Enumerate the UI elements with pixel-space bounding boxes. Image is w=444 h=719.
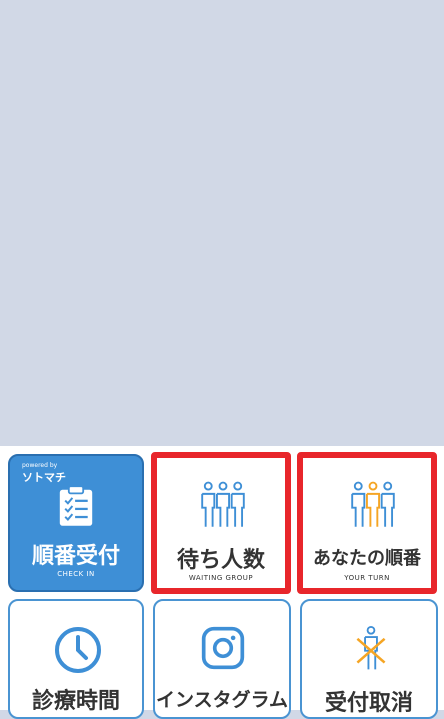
content-area: [0, 0, 444, 446]
waiting-group-label: 待ち人数: [176, 548, 265, 573]
checkin-sub: CHECK IN: [57, 570, 95, 578]
your-turn-tile[interactable]: あなたの順番 YOUR TURN: [297, 452, 437, 594]
clinic-hours-tile[interactable]: 診療時間: [8, 599, 144, 719]
people-highlight-icon: [351, 481, 395, 527]
brand-logo: ソトマチ: [22, 471, 66, 484]
person-cancel-icon: [356, 625, 386, 670]
cancel-tile[interactable]: 受付取消: [300, 599, 438, 719]
your-turn-label: あなたの順番: [313, 548, 421, 569]
brand-powered-by: powered by: [22, 462, 58, 469]
clipboard-checklist-icon: [59, 485, 93, 526]
checkin-label: 順番受付: [31, 544, 120, 569]
your-turn-sub: YOUR TURN: [344, 574, 390, 582]
instagram-label: インスタグラム: [155, 689, 289, 711]
checkin-tile[interactable]: powered by ソトマチ 順番受付 CHECK IN: [8, 454, 144, 592]
people-group-icon: [201, 481, 245, 527]
waiting-group-sub: WAITING GROUP: [188, 574, 254, 582]
waiting-group-tile[interactable]: 待ち人数 WAITING GROUP: [151, 452, 291, 594]
clinic-hours-label: 診療時間: [31, 689, 120, 714]
menu-panel: powered by ソトマチ 順番受付 CHECK IN 待ち人数 WAITI…: [0, 446, 444, 719]
instagram-icon: [201, 626, 245, 670]
instagram-tile[interactable]: インスタグラム: [153, 599, 291, 719]
clock-icon: [55, 627, 101, 673]
cancel-label: 受付取消: [324, 691, 413, 716]
